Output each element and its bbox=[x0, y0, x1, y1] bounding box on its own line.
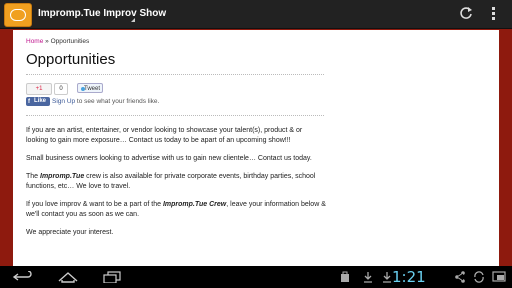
facebook-like-button[interactable]: f Like bbox=[26, 97, 50, 106]
content-card: Home » Opportunities Opportunities +1 0 … bbox=[13, 30, 499, 266]
paragraph-thanks: We appreciate your interest. bbox=[26, 229, 114, 236]
breadcrumb-separator: » bbox=[45, 38, 49, 45]
facebook-signup-link[interactable]: Sign Up bbox=[52, 98, 75, 105]
divider bbox=[26, 115, 324, 116]
page-title: Opportunities bbox=[26, 51, 116, 68]
share-icon bbox=[455, 271, 465, 283]
social-buttons: +1 0 Tweet f Like Sign Up to see what you… bbox=[26, 83, 486, 113]
twitter-bird-icon bbox=[81, 87, 85, 91]
tweet-button[interactable]: Tweet bbox=[77, 83, 103, 93]
refresh-icon[interactable] bbox=[459, 6, 473, 20]
breadcrumb: Home » Opportunities bbox=[26, 38, 486, 45]
app-logo-icon[interactable] bbox=[4, 3, 32, 27]
title-caret-icon bbox=[131, 18, 135, 22]
divider bbox=[26, 74, 324, 75]
google-plus-button[interactable]: +1 bbox=[26, 83, 52, 95]
google-plus-count: 0 bbox=[54, 83, 68, 95]
back-icon[interactable] bbox=[12, 271, 34, 283]
action-bar: Impromp.Tue Improv Show bbox=[0, 0, 512, 29]
facebook-icon: f bbox=[28, 99, 30, 105]
recent-apps-icon[interactable] bbox=[102, 271, 122, 283]
breadcrumb-home-link[interactable]: Home bbox=[26, 38, 43, 45]
screen-rotation-icon bbox=[474, 271, 484, 283]
screen-size-icon bbox=[492, 271, 506, 282]
system-navigation-bar: 1:21 bbox=[0, 266, 512, 288]
home-icon[interactable] bbox=[57, 271, 79, 283]
paragraph-join: If you love improv & want to be a part o… bbox=[26, 201, 326, 218]
breadcrumb-current: Opportunities bbox=[50, 38, 90, 45]
download-icon bbox=[364, 272, 372, 283]
paragraph-artists: If you are an artist, entertainer, or ve… bbox=[26, 127, 303, 144]
app-title: Impromp.Tue Improv Show bbox=[38, 8, 167, 19]
overflow-menu-icon[interactable] bbox=[491, 6, 497, 20]
download-icon bbox=[383, 272, 391, 283]
bag-icon bbox=[341, 271, 349, 282]
paragraph-business: Small business owners looking to adverti… bbox=[26, 155, 312, 162]
paragraph-events: The Impromp.Tue crew is also available f… bbox=[26, 173, 316, 190]
status-clock: 1:21 bbox=[392, 268, 426, 286]
facebook-social-text: Sign Up to see what your friends like. bbox=[52, 98, 160, 105]
